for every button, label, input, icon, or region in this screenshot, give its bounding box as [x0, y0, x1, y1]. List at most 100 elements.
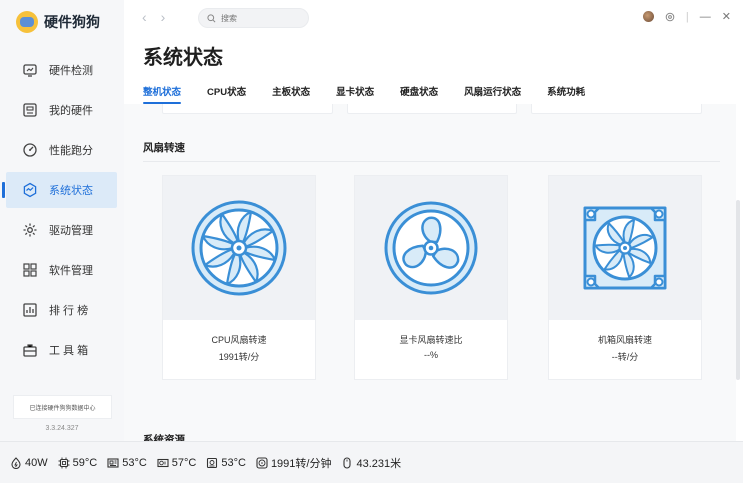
settings-icon[interactable]: [665, 12, 675, 22]
gpu-temp-stat: 57°C: [157, 456, 197, 469]
previous-cards: [162, 104, 703, 114]
gpu-icon: [157, 458, 169, 467]
sidebar-item-label: 驱动管理: [49, 225, 93, 237]
tab-power[interactable]: 系统功耗: [547, 84, 585, 104]
forward-arrow-icon[interactable]: ›: [161, 9, 166, 25]
history-nav: ‹ ›: [142, 9, 165, 25]
case-fan-icon: [583, 206, 667, 290]
app-logo-icon: [16, 11, 38, 33]
mouse-distance-value: 43.231米: [356, 457, 402, 470]
sidebar-item-toolbox[interactable]: 工 具 箱: [6, 332, 117, 368]
fan-speed-value: 1991转/分钟: [270, 457, 332, 470]
minimize-icon[interactable]: —: [700, 11, 711, 23]
gpu-temp-value: 57°C: [171, 456, 197, 469]
fan-label: 显卡风扇转速比: [399, 335, 463, 345]
resource-section-title: 系统资源: [143, 434, 185, 441]
sidebar-item-label: 硬件检测: [49, 65, 93, 77]
version-label: 3.3.24.327: [45, 425, 79, 432]
tab-gpu[interactable]: 显卡状态: [336, 84, 374, 104]
sidebar: 硬件狗狗 硬件检测 我的硬件 性能跑分 系统状态 驱动管理 软件管理 排 行 榜…: [0, 0, 124, 441]
cpu-fan-icon: [191, 200, 287, 296]
tab-overall[interactable]: 整机状态: [143, 84, 182, 104]
status-tabs: 整机状态 CPU状态 主板状态 显卡状态 硬盘状态 风扇运行状态 系统功耗: [143, 84, 611, 104]
sidebar-item-benchmark[interactable]: 性能跑分: [6, 132, 117, 168]
brand: 硬件狗狗: [16, 11, 100, 33]
power-stat: 40W: [10, 457, 48, 469]
toolbox-icon: [22, 342, 38, 358]
ranking-icon: [22, 302, 38, 318]
window-controls: | — ✕: [642, 10, 731, 23]
disk-icon: [207, 457, 218, 468]
board-temp-value: 53°C: [122, 456, 147, 469]
connection-status[interactable]: 已连接硬件狗狗数据中心: [13, 395, 112, 419]
board-temp-stat: 53°C: [107, 457, 147, 469]
sidebar-item-label: 性能跑分: [49, 145, 93, 157]
system-status-icon: [22, 182, 38, 198]
search-icon: [207, 13, 216, 22]
sidebar-item-ranking[interactable]: 排 行 榜: [6, 292, 117, 328]
motherboard-icon: [107, 457, 119, 468]
sidebar-item-label: 我的硬件: [49, 105, 93, 117]
disk-temp-stat: 53°C: [206, 457, 246, 469]
fan-speed-stat: 1991转/分钟: [256, 455, 332, 471]
fan-section-title: 风扇转速: [143, 142, 185, 154]
sidebar-item-my-hardware[interactable]: 我的硬件: [6, 92, 117, 128]
fan-visual: [549, 176, 701, 320]
tab-cpu[interactable]: CPU状态: [207, 84, 246, 104]
gpu-fan-icon: [384, 201, 478, 295]
page-title: 系统状态: [143, 47, 223, 69]
disk-temp-value: 53°C: [221, 456, 246, 469]
cpu-icon: [58, 457, 70, 468]
app-name: 硬件狗狗: [44, 14, 100, 30]
fan-visual: [163, 176, 315, 320]
cpu-fan-card: CPU风扇转速 1991转/分: [162, 175, 316, 380]
sidebar-item-software[interactable]: 软件管理: [6, 252, 117, 288]
scrollbar[interactable]: [736, 104, 740, 380]
tab-fan[interactable]: 风扇运行状态: [464, 84, 521, 104]
search-input[interactable]: [221, 13, 301, 23]
previous-card: [162, 104, 333, 114]
status-bar: 40W 59°C 53°C 57°C 53°C 1991转/分钟 43.231米: [0, 441, 743, 483]
fan-label: CPU风扇转速: [211, 335, 267, 345]
fan-value: 1991转/分: [218, 352, 260, 362]
tab-motherboard[interactable]: 主板状态: [272, 84, 310, 104]
search-box[interactable]: [198, 8, 309, 28]
power-icon: [11, 456, 21, 469]
scrollbar-thumb[interactable]: [736, 200, 740, 380]
power-value: 40W: [25, 456, 48, 469]
gear-icon: [22, 222, 38, 238]
section-divider: [143, 161, 720, 162]
previous-card: [346, 104, 518, 114]
sidebar-item-label: 工 具 箱: [49, 345, 89, 357]
previous-card: [531, 104, 703, 114]
sidebar-item-system-status[interactable]: 系统状态: [2, 172, 117, 208]
fan-value: --%: [424, 350, 438, 360]
sidebar-item-label: 软件管理: [49, 265, 93, 277]
sidebar-item-hardware-check[interactable]: 硬件检测: [6, 52, 117, 88]
gpu-fan-card: 显卡风扇转速比 --%: [354, 175, 508, 380]
fan-icon: [256, 456, 268, 469]
apps-icon: [22, 262, 38, 278]
fan-value: --转/分: [611, 352, 639, 362]
topbar: ‹ › | — ✕: [124, 0, 743, 36]
cpu-temp-stat: 59°C: [58, 456, 98, 469]
sidebar-item-driver[interactable]: 驱动管理: [6, 212, 117, 248]
mouse-icon: [343, 456, 352, 469]
fan-visual: [355, 176, 507, 320]
close-icon[interactable]: ✕: [722, 10, 731, 23]
sidebar-item-label: 排 行 榜: [49, 305, 89, 317]
sidebar-nav: 硬件检测 我的硬件 性能跑分 系统状态 驱动管理 软件管理 排 行 榜 工 具: [2, 52, 117, 372]
sidebar-item-label: 系统状态: [49, 185, 93, 197]
content-scroll-area[interactable]: 风扇转速 CPU风扇转速 1991转/分 显卡风扇转速比 --% 机箱风扇转速 …: [124, 104, 736, 441]
back-arrow-icon[interactable]: ‹: [142, 9, 147, 25]
fan-label: 机箱风扇转速: [597, 335, 652, 345]
tab-disk[interactable]: 硬盘状态: [400, 84, 438, 104]
gauge-icon: [22, 142, 38, 158]
cpu-temp-value: 59°C: [72, 456, 98, 469]
divider: |: [685, 10, 689, 23]
avatar[interactable]: [642, 11, 654, 22]
hardware-icon: [22, 102, 38, 118]
mouse-distance-stat: 43.231米: [341, 455, 401, 471]
monitor-icon: [22, 62, 38, 78]
case-fan-card: 机箱风扇转速 --转/分: [548, 175, 702, 380]
